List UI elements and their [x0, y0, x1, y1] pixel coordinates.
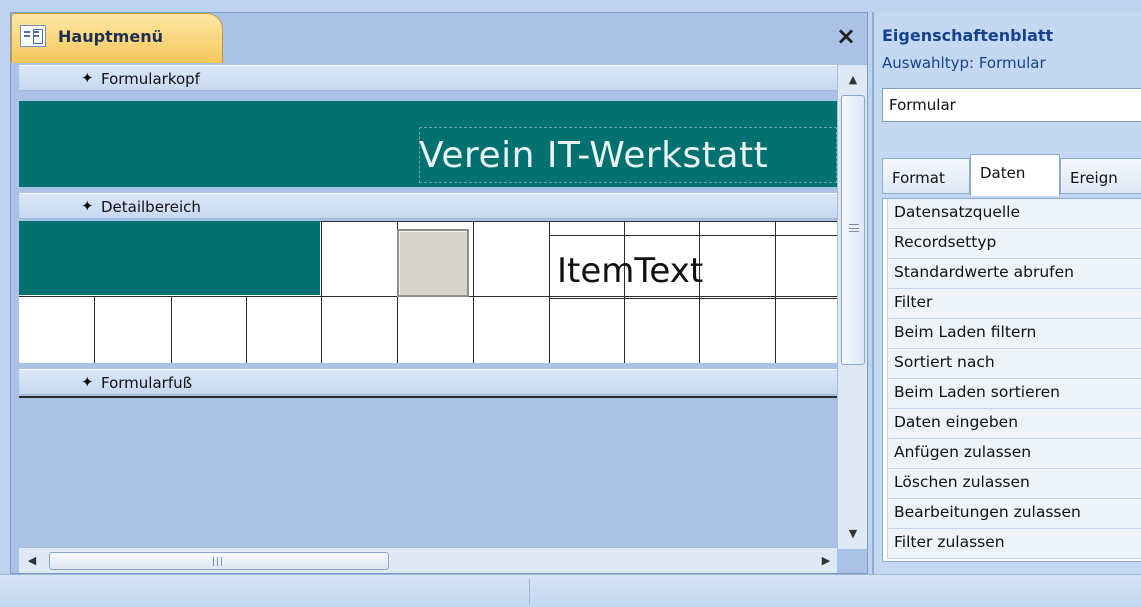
- grip-icon: [213, 557, 222, 566]
- section-marker-icon: ✦: [81, 373, 94, 391]
- property-row[interactable]: Recordsettyp: [887, 229, 1141, 259]
- footer-end-line: [19, 396, 837, 398]
- grid-line: [473, 221, 474, 363]
- vertical-scroll-thumb[interactable]: [841, 95, 865, 365]
- design-canvas[interactable]: ✦ Formularkopf Verein IT-Werkstatt ✦ Det…: [19, 65, 837, 549]
- scroll-left-arrow-icon[interactable]: ◀: [21, 548, 43, 574]
- section-marker-icon: ✦: [81, 69, 94, 87]
- vertical-scrollbar[interactable]: ▲ ▼: [837, 65, 867, 549]
- access-window: Hauptmenü × ✦ Formularkopf Verein IT-Wer…: [0, 0, 1141, 607]
- grid-line: [171, 297, 172, 363]
- scroll-down-arrow-icon[interactable]: ▼: [838, 523, 868, 545]
- object-selector-dropdown[interactable]: Formular: [882, 88, 1141, 122]
- detail-teal-rectangle[interactable]: [19, 221, 320, 295]
- property-row[interactable]: Beim Laden filtern: [887, 319, 1141, 349]
- status-bar: [0, 574, 1141, 607]
- property-row[interactable]: Daten eingeben: [887, 409, 1141, 439]
- property-row[interactable]: Sortiert nach: [887, 349, 1141, 379]
- selection-type-label: Auswahltyp: Formular: [882, 54, 1046, 72]
- section-label-footer: Formularfuß: [101, 374, 193, 392]
- tab-daten[interactable]: Daten: [970, 154, 1060, 196]
- object-selector-value: Formular: [889, 96, 956, 114]
- form-title-label[interactable]: Verein IT-Werkstatt: [419, 135, 768, 176]
- grip-icon: [849, 224, 859, 232]
- section-bar-formularkopf[interactable]: ✦ Formularkopf: [19, 65, 837, 91]
- property-list: Datensatzquelle Recordsettyp Standardwer…: [882, 198, 1141, 562]
- section-bar-detailbereich[interactable]: ✦ Detailbereich: [19, 193, 837, 219]
- property-sheet: Eigenschaftenblatt Auswahltyp: Formular …: [872, 12, 1141, 574]
- detail-command-button[interactable]: [397, 229, 469, 297]
- scroll-up-arrow-icon[interactable]: ▲: [838, 69, 868, 91]
- item-text-field[interactable]: ItemText: [557, 251, 703, 291]
- horizontal-scrollbar[interactable]: ◀ ▶: [19, 547, 837, 573]
- grid-line: [246, 297, 247, 363]
- grid-line: [94, 297, 95, 363]
- property-tabs: Format Daten Ereign: [882, 154, 1141, 196]
- property-row[interactable]: Filter: [887, 289, 1141, 319]
- property-row[interactable]: Datensatzquelle: [887, 199, 1141, 229]
- property-sheet-title: Eigenschaftenblatt: [882, 26, 1054, 45]
- section-marker-icon: ✦: [81, 197, 94, 215]
- scroll-right-arrow-icon[interactable]: ▶: [815, 548, 837, 574]
- tab-format[interactable]: Format: [882, 158, 970, 194]
- property-row[interactable]: Standardwerte abrufen: [887, 259, 1141, 289]
- property-row[interactable]: Filter zulassen: [887, 529, 1141, 559]
- section-label-detail: Detailbereich: [101, 198, 201, 216]
- form-icon: [20, 25, 46, 47]
- document-tab-label: Hauptmenü: [58, 27, 163, 46]
- property-row[interactable]: Beim Laden sortieren: [887, 379, 1141, 409]
- tab-ereignis[interactable]: Ereign: [1060, 158, 1141, 194]
- form-designer-window: Hauptmenü × ✦ Formularkopf Verein IT-Wer…: [10, 12, 868, 574]
- property-row[interactable]: Löschen zulassen: [887, 469, 1141, 499]
- detail-area[interactable]: ItemText: [19, 221, 837, 363]
- horizontal-scroll-thumb[interactable]: [49, 552, 389, 570]
- section-bar-formularfuss[interactable]: ✦ Formularfuß: [19, 369, 837, 395]
- document-tab-hauptmenue[interactable]: Hauptmenü: [11, 13, 223, 63]
- property-row[interactable]: Bearbeitungen zulassen: [887, 499, 1141, 529]
- status-divider: [529, 579, 530, 605]
- close-document-button[interactable]: ×: [833, 23, 859, 49]
- section-label-header: Formularkopf: [101, 70, 200, 88]
- form-header-area[interactable]: Verein IT-Werkstatt: [19, 101, 837, 187]
- property-row[interactable]: Anfügen zulassen: [887, 439, 1141, 469]
- grid-line: [321, 221, 322, 363]
